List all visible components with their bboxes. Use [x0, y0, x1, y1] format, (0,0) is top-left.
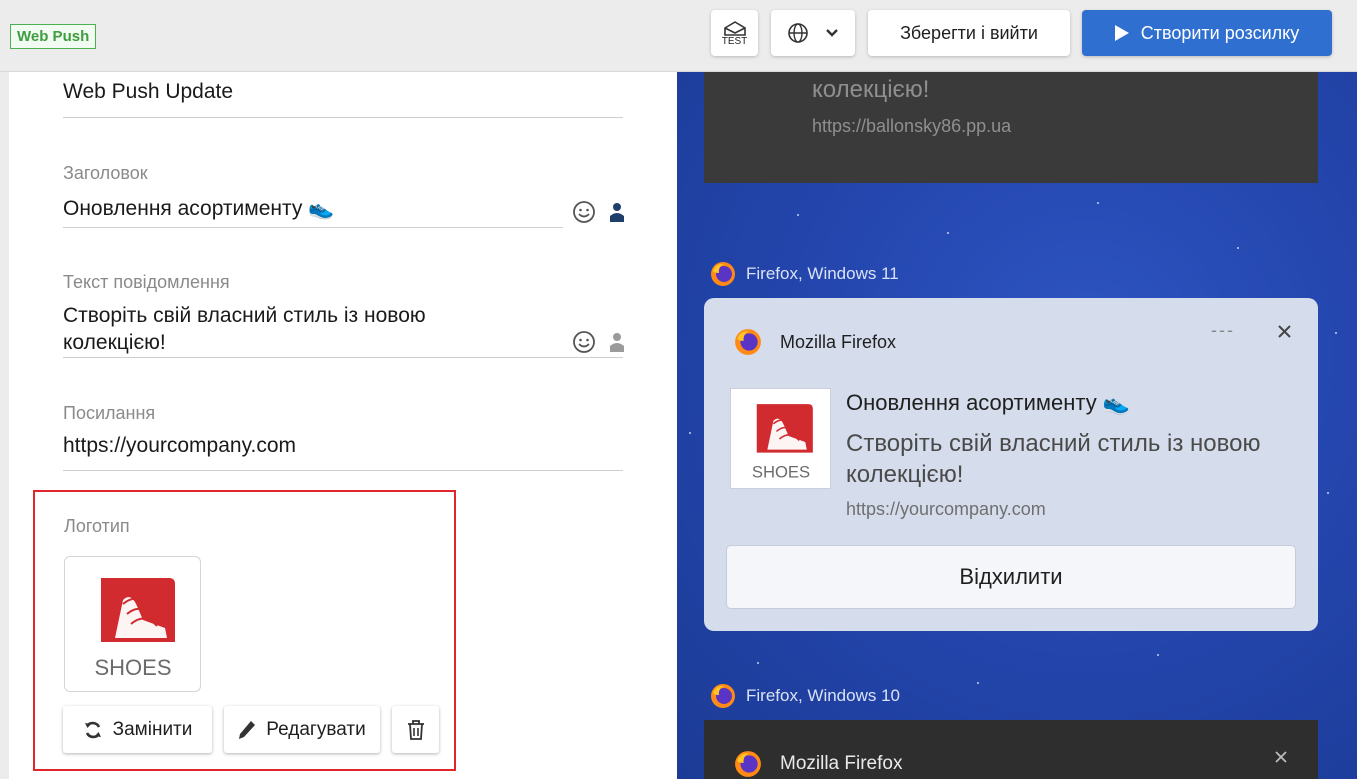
replace-label: Замінити — [112, 718, 193, 740]
star — [689, 432, 691, 434]
prev-body-text: колекцією! — [812, 76, 930, 103]
link-value: https://yourcompany.com — [63, 434, 297, 457]
pencil-icon — [239, 720, 256, 739]
logo-label: Логотип — [64, 516, 130, 536]
more-options[interactable]: --- — [1211, 320, 1235, 341]
test-send-button[interactable]: TEST — [711, 10, 758, 56]
platform-header-win11: Firefox, Windows 11 — [710, 261, 899, 287]
create-campaign-label: Створити розсилку — [1140, 22, 1300, 43]
logo-section: Логотип SHOES Замінити Редагувати — [33, 490, 456, 771]
win10-header: Mozilla Firefox — [734, 750, 902, 778]
title-field: Заголовок — [63, 163, 623, 184]
close-icon[interactable] — [1274, 750, 1288, 764]
firefox-icon — [735, 751, 761, 777]
star — [1327, 492, 1329, 494]
replace-logo-button[interactable]: Замінити — [63, 706, 212, 753]
notification-image: SHOES — [730, 388, 831, 489]
notification-url: https://yourcompany.com — [846, 499, 1046, 519]
channel-badge: Web Push — [10, 24, 97, 49]
create-campaign-button[interactable]: Створити розсилку — [1082, 10, 1332, 56]
close-icon[interactable] — [1277, 324, 1292, 339]
shoes-logo-icon: SHOES — [70, 562, 195, 686]
star — [757, 662, 759, 664]
name-field[interactable]: Web Push Update — [63, 78, 623, 105]
star — [797, 214, 799, 216]
message-label: Текст повідомлення — [63, 272, 230, 292]
win10-app-name: Mozilla Firefox — [780, 753, 903, 774]
link-underline — [63, 470, 623, 471]
win10-notification: Mozilla Firefox — [704, 720, 1318, 779]
play-icon — [1114, 25, 1129, 41]
platform-header-win10: Firefox, Windows 10 — [710, 683, 900, 709]
message-field: Текст повідомлення — [63, 272, 623, 293]
personalization-icon[interactable] — [610, 332, 624, 352]
star — [947, 232, 949, 234]
notification-title: Оновлення асортименту 👟 — [846, 390, 1131, 415]
message-icons — [572, 330, 624, 354]
globe-icon — [788, 23, 808, 43]
prev-url-text: https://ballonsky86.pp.ua — [812, 116, 1012, 136]
emoji-icon[interactable] — [572, 330, 596, 354]
editor-panel: Web Push Update Заголовок Оновлення асор… — [9, 72, 677, 779]
test-label: TEST — [721, 35, 748, 47]
platform-label-win11: Firefox, Windows 11 — [746, 264, 899, 283]
emoji-icon[interactable] — [572, 200, 596, 224]
name-value: Web Push Update — [63, 80, 234, 103]
star — [1335, 332, 1337, 334]
title-input[interactable]: Оновлення асортименту 👟 — [63, 195, 558, 222]
name-underline — [63, 117, 623, 118]
dismiss-button[interactable]: Відхилити — [726, 545, 1296, 609]
dark-notification-preview: колекцією! https://ballonsky86.pp.ua — [704, 72, 1318, 183]
title-icons — [572, 200, 624, 224]
message-value: Створіть свій власний стиль із новою кол… — [63, 304, 426, 354]
firefox-notification: Mozilla Firefox --- SHOES Оновлення асор… — [704, 298, 1318, 631]
delete-logo-button[interactable] — [392, 706, 439, 753]
firefox-icon — [711, 684, 735, 708]
platform-label-win10: Firefox, Windows 10 — [746, 686, 900, 705]
star — [1157, 654, 1159, 656]
star — [977, 682, 979, 684]
message-underline — [63, 357, 623, 358]
link-label: Посилання — [63, 403, 156, 423]
star — [1097, 202, 1099, 204]
logo-text: SHOES — [94, 655, 171, 680]
notification-body: Створіть свій власний стиль із новою кол… — [846, 430, 1261, 488]
shoes-logo-icon: SHOES — [751, 403, 813, 481]
refresh-icon — [84, 721, 101, 738]
language-select[interactable] — [771, 10, 855, 56]
title-label: Заголовок — [63, 163, 148, 183]
link-field: Посилання — [63, 403, 623, 424]
firefox-icon — [711, 262, 735, 286]
envelope-test-icon — [723, 20, 746, 36]
app-name: Mozilla Firefox — [780, 331, 897, 352]
edit-logo-button[interactable]: Редагувати — [224, 706, 380, 753]
firefox-icon — [735, 329, 761, 355]
top-bar: Web Push TEST Зберегти і вийти Створити … — [0, 0, 1357, 72]
edit-label: Редагувати — [266, 718, 366, 740]
personalization-icon[interactable] — [610, 202, 624, 222]
title-underline — [63, 227, 563, 228]
notification-logo-text: SHOES — [751, 462, 809, 481]
star — [1237, 247, 1239, 249]
link-input[interactable]: https://yourcompany.com — [63, 432, 623, 459]
trash-icon — [407, 719, 424, 740]
preview-panel: колекцією! https://ballonsky86.pp.ua Fir… — [677, 72, 1357, 779]
chevron-down-icon — [826, 29, 838, 37]
logo-image[interactable]: SHOES — [64, 556, 201, 692]
title-value: Оновлення асортименту 👟 — [63, 197, 335, 220]
message-input[interactable]: Створіть свій власний стиль із новою кол… — [63, 302, 483, 356]
save-and-exit-button[interactable]: Зберегти і вийти — [868, 10, 1070, 56]
notification-header: Mozilla Firefox — [734, 328, 896, 356]
